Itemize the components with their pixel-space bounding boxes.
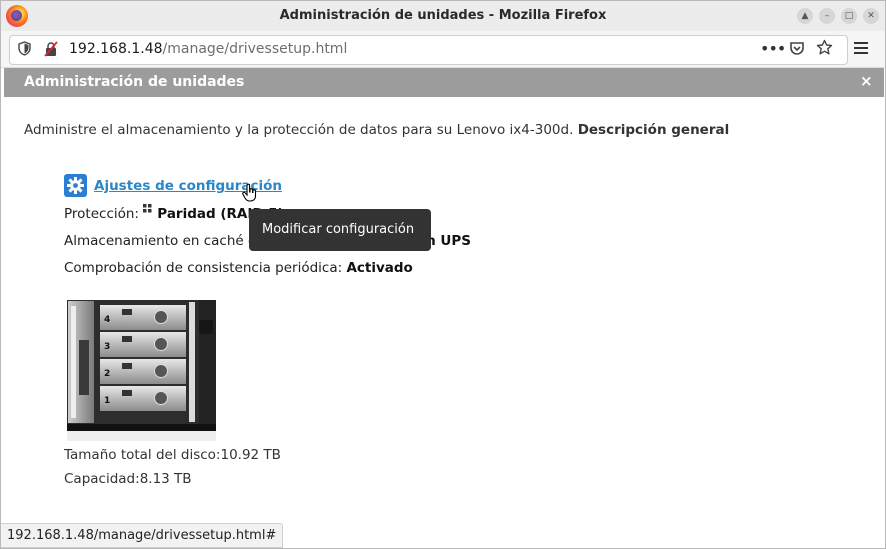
protection-label: Protección: (64, 206, 139, 222)
overview-link[interactable]: Descripción general (578, 122, 730, 138)
raid-drives-icon (143, 204, 152, 213)
panel-header: Administración de unidades × (4, 68, 884, 97)
close-window-button[interactable]: ✕ (863, 8, 879, 24)
window-title: Administración de unidades - Mozilla Fir… (279, 8, 607, 23)
total-disk-size: Tamaño total del disco:10.92 TB (64, 447, 281, 463)
more-actions-icon[interactable]: ••• (760, 39, 786, 58)
navigation-bar: 192.168.1.48/manage/drivessetup.html ••• (1, 31, 885, 68)
capacity: Capacidad:8.13 TB (64, 471, 192, 487)
panel-close-button[interactable]: × (860, 72, 873, 90)
panel-title: Administración de unidades (24, 74, 245, 90)
url-bar[interactable]: 192.168.1.48/manage/drivessetup.html ••• (9, 35, 848, 65)
bay-number-4: 4 (104, 315, 110, 325)
minimize-button[interactable]: – (819, 8, 835, 24)
intro-text: Administre el almacenamiento y la protec… (24, 122, 729, 138)
nas-device-image: 4 3 2 1 (67, 300, 216, 441)
drive-bay-2 (100, 359, 186, 384)
consistency-check-row: Comprobación de consistencia periódica: … (64, 260, 413, 276)
menu-icon[interactable] (854, 39, 868, 58)
bay-number-3: 3 (104, 342, 110, 352)
pocket-icon[interactable] (789, 41, 805, 60)
hand-cursor-icon (242, 184, 257, 202)
gear-icon[interactable] (64, 174, 87, 197)
total-disk-size-value: 10.92 TB (220, 447, 281, 463)
drive-bay-4 (100, 305, 186, 330)
total-disk-size-label: Tamaño total del disco: (64, 447, 221, 463)
tooltip-text: Modificar configuración (262, 222, 415, 237)
browser-window: Administración de unidades - Mozilla Fir… (0, 0, 886, 549)
shield-icon[interactable] (18, 41, 31, 60)
bay-number-1: 1 (104, 396, 110, 406)
drive-bay-1 (100, 386, 186, 411)
title-bar: Administración de unidades - Mozilla Fir… (1, 1, 885, 31)
tooltip: Modificar configuración (249, 209, 431, 251)
intro-description: Administre el almacenamiento y la protec… (24, 122, 574, 138)
bookmark-star-icon[interactable] (816, 39, 833, 60)
window-up-icon[interactable]: ▲ (797, 8, 813, 24)
consistency-check-label: Comprobación de consistencia periódica: (64, 260, 343, 276)
capacity-label: Capacidad: (64, 471, 140, 487)
url-host: 192.168.1.48 (69, 41, 163, 57)
url-text[interactable]: 192.168.1.48/manage/drivessetup.html (69, 41, 347, 57)
insecure-lock-icon[interactable] (44, 41, 58, 61)
bay-number-2: 2 (104, 369, 110, 379)
consistency-check-value: Activado (346, 260, 413, 276)
maximize-button[interactable]: □ (841, 8, 857, 24)
drive-bay-3 (100, 332, 186, 357)
status-bar-url: 192.168.1.48/manage/drivessetup.html# (1, 523, 284, 548)
capacity-value: 8.13 TB (139, 471, 192, 487)
url-path: /manage/drivessetup.html (162, 41, 348, 57)
